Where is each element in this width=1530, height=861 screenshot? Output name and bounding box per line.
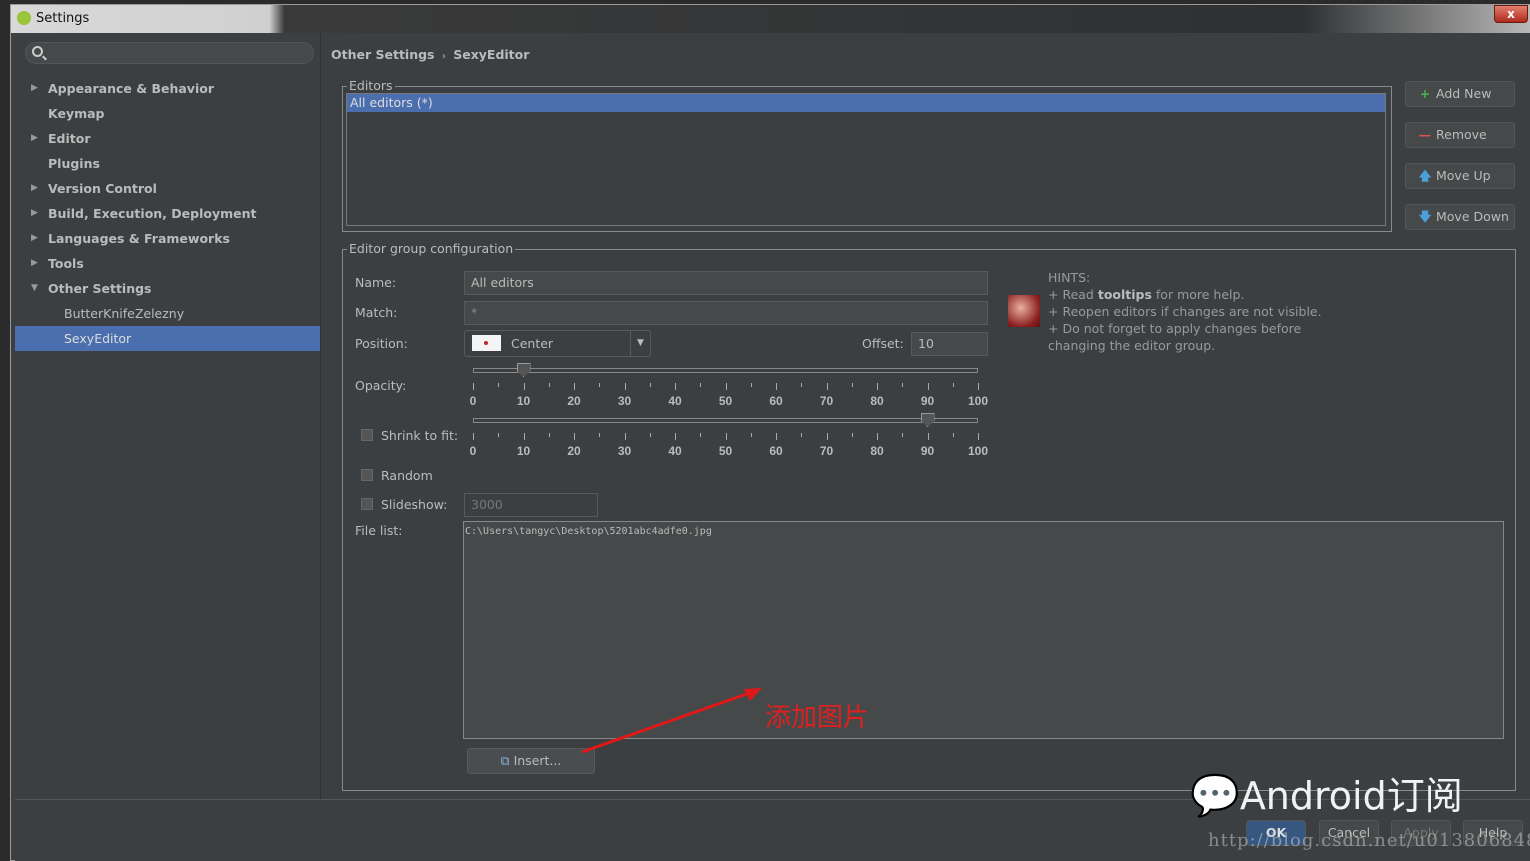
annotation-text: 添加图片 [765,703,870,733]
watermark-text: Android订阅 [1239,774,1463,818]
watermark-url: http://blog.csdn.net/u013806848 [1208,830,1530,851]
annotation-arrow-line [581,688,759,754]
watermark-brand: 💬Android订阅 [1190,765,1463,820]
wechat-icon: 💬 [1190,773,1240,819]
